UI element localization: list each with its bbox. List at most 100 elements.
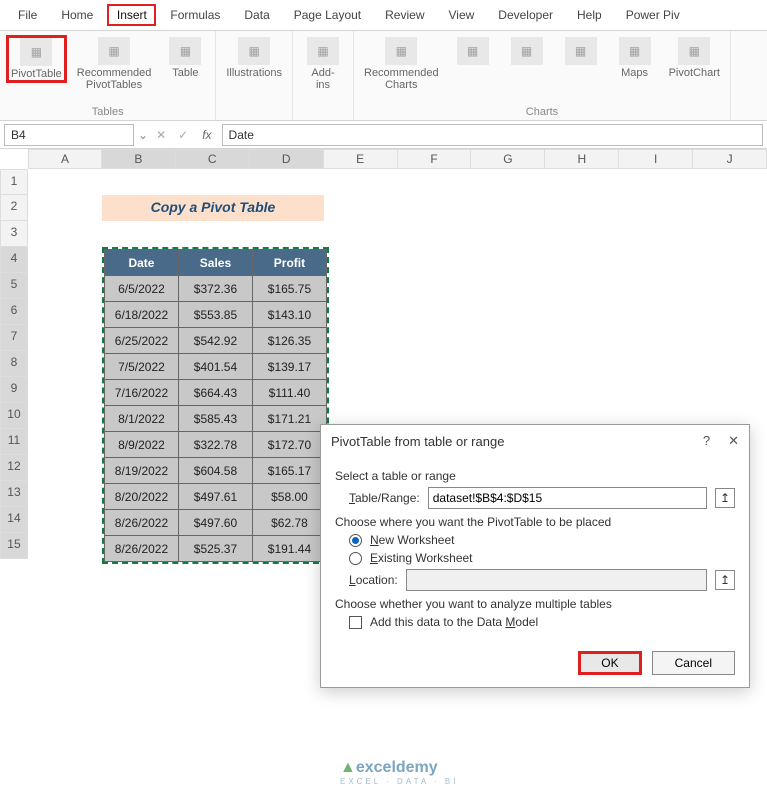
row-header-9[interactable]: 9 [0,377,28,403]
col-header-A[interactable]: A [28,149,102,169]
col-header-H[interactable]: H [545,149,619,169]
menu-review[interactable]: Review [375,4,434,26]
ribbon-illustrations[interactable]: ▦Illustrations [222,35,286,81]
menu-bar: FileHomeInsertFormulasDataPage LayoutRev… [0,0,767,31]
dialog-title: PivotTable from table or range [331,434,504,449]
col-header-G[interactable]: G [471,149,545,169]
menu-home[interactable]: Home [51,4,103,26]
label-data-model: Add this data to the Data Model [370,615,538,629]
col-header-B[interactable]: B [102,149,176,169]
table-row[interactable]: 8/1/2022$585.43$171.21 [104,406,326,432]
illustrations-icon: ▦ [238,37,270,65]
table-row[interactable]: 6/25/2022$542.92$126.35 [104,328,326,354]
row-header-1[interactable]: 1 [0,169,28,195]
close-icon[interactable]: ✕ [728,433,739,449]
range-input[interactable] [428,487,707,509]
row-header-15[interactable]: 15 [0,533,28,559]
pivottable-icon: ▦ [20,38,52,66]
cancel-button[interactable]: Cancel [652,651,735,675]
row-header-6[interactable]: 6 [0,299,28,325]
menu-view[interactable]: View [439,4,485,26]
menu-data[interactable]: Data [234,4,279,26]
ribbon-recommended[interactable]: ▦RecommendedCharts [360,35,443,93]
menu-help[interactable]: Help [567,4,612,26]
label-new-worksheet: New Worksheet [370,533,454,547]
menu-formulas[interactable]: Formulas [160,4,230,26]
data-selection[interactable]: DateSalesProfit6/5/2022$372.36$165.756/1… [102,247,329,564]
table-row[interactable]: 8/26/2022$497.60$62.78 [104,510,326,536]
row-header-12[interactable]: 12 [0,455,28,481]
table-icon: ▦ [169,37,201,65]
menu-power-piv[interactable]: Power Piv [616,4,690,26]
cancel-icon[interactable]: ✕ [152,128,170,142]
col-header-D[interactable]: D [250,149,324,169]
header-date[interactable]: Date [104,250,178,276]
ribbon-chart[interactable]: ▦ [557,35,605,69]
name-box[interactable]: B4 [4,124,134,146]
header-sales[interactable]: Sales [178,250,252,276]
table-row[interactable]: 8/26/2022$525.37$191.44 [104,536,326,562]
radio-new-worksheet[interactable] [349,534,362,547]
ribbon-add-[interactable]: ▦Add-ins [299,35,347,93]
menu-file[interactable]: File [8,4,47,26]
pivotchart-icon: ▦ [678,37,710,65]
col-header-I[interactable]: I [619,149,693,169]
range-label: Table/Range: [349,491,420,505]
ribbon-chart[interactable]: ▦ [503,35,551,69]
menu-page-layout[interactable]: Page Layout [284,4,371,26]
row-header-4[interactable]: 4 [0,247,28,273]
col-header-F[interactable]: F [398,149,472,169]
table-row[interactable]: 8/20/2022$497.61$58.00 [104,484,326,510]
table-row[interactable]: 8/9/2022$322.78$172.70 [104,432,326,458]
row-header-2[interactable]: 2 [0,195,28,221]
section-placement: Choose where you want the PivotTable to … [335,515,735,529]
menu-developer[interactable]: Developer [488,4,563,26]
help-icon[interactable]: ? [703,433,710,449]
menu-insert[interactable]: Insert [107,4,156,26]
formula-bar-row: B4 ⌄ ✕ ✓ fx Date [0,121,767,149]
ribbon-maps[interactable]: ▦Maps [611,35,659,81]
col-header-E[interactable]: E [324,149,398,169]
ribbon-pivotchart[interactable]: ▦PivotChart [665,35,724,81]
checkbox-data-model[interactable] [349,616,362,629]
ok-button[interactable]: OK [578,651,641,675]
table-row[interactable]: 6/18/2022$553.85$143.10 [104,302,326,328]
table-row[interactable]: 6/5/2022$372.36$165.75 [104,276,326,302]
row-header-3[interactable]: 3 [0,221,28,247]
table-row[interactable]: 7/16/2022$664.43$111.40 [104,380,326,406]
collapse-dialog-icon-2[interactable]: ↥ [715,570,735,590]
dropdown-icon[interactable]: ⌄ [138,128,148,142]
table-row[interactable]: 8/19/2022$604.58$165.17 [104,458,326,484]
formula-input[interactable]: Date [222,124,763,146]
col-header-J[interactable]: J [693,149,767,169]
radio-existing-worksheet[interactable] [349,552,362,565]
row-header-10[interactable]: 10 [0,403,28,429]
row-header-5[interactable]: 5 [0,273,28,299]
collapse-dialog-icon[interactable]: ↥ [715,488,735,508]
row-header-14[interactable]: 14 [0,507,28,533]
fx-icon[interactable]: fx [196,128,217,142]
recommended-icon: ▦ [98,37,130,65]
ribbon-recommended[interactable]: ▦RecommendedPivotTables [73,35,156,93]
chart-icon: ▦ [511,37,543,65]
ribbon-table[interactable]: ▦Table [161,35,209,81]
label-existing-worksheet: Existing Worksheet [370,551,473,565]
row-header-13[interactable]: 13 [0,481,28,507]
ribbon-chart[interactable]: ▦ [449,35,497,69]
location-input[interactable] [406,569,707,591]
add--icon: ▦ [307,37,339,65]
recommended-icon: ▦ [385,37,417,65]
row-header-7[interactable]: 7 [0,325,28,351]
data-table: DateSalesProfit6/5/2022$372.36$165.756/1… [104,249,327,562]
ribbon: ▦PivotTable▦RecommendedPivotTables▦Table… [0,31,767,121]
section-multiple-tables: Choose whether you want to analyze multi… [335,597,735,611]
col-header-C[interactable]: C [176,149,250,169]
check-icon[interactable]: ✓ [174,128,192,142]
worksheet: ABCDEFGHIJ 123456789101112131415 Copy a … [0,149,767,589]
row-header-11[interactable]: 11 [0,429,28,455]
header-profit[interactable]: Profit [252,250,326,276]
title-banner: Copy a Pivot Table [102,195,324,221]
row-header-8[interactable]: 8 [0,351,28,377]
ribbon-pivottable[interactable]: ▦PivotTable [6,35,67,83]
table-row[interactable]: 7/5/2022$401.54$139.17 [104,354,326,380]
